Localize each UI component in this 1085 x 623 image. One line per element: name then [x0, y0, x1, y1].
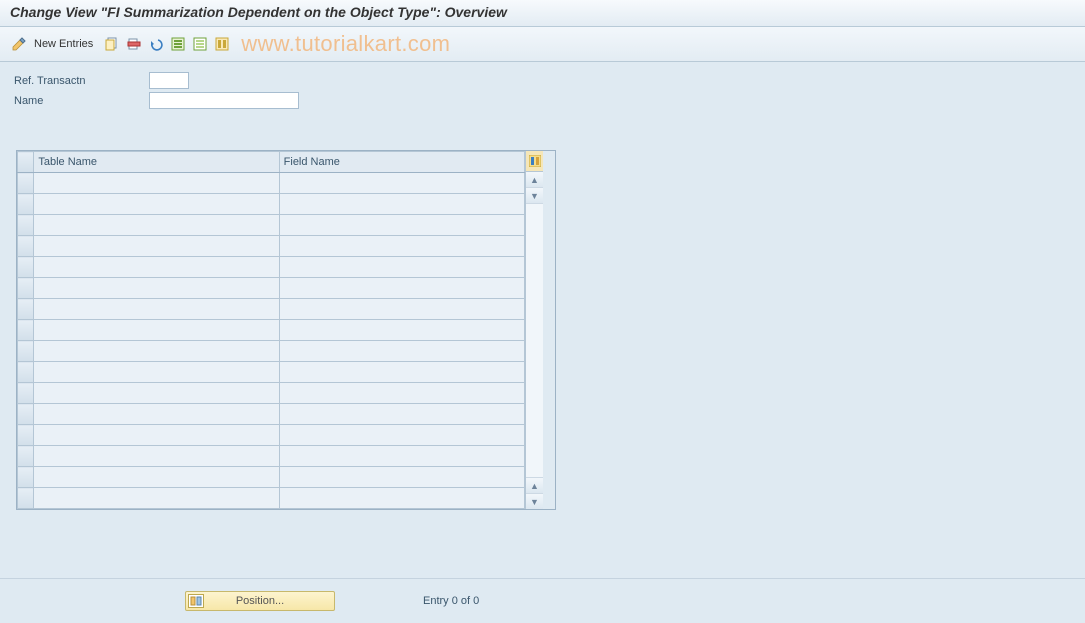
cell-table-name[interactable]	[34, 215, 279, 236]
cell-field-name[interactable]	[279, 299, 524, 320]
page-title: Change View "FI Summarization Dependent …	[10, 4, 1075, 20]
row-selector[interactable]	[18, 341, 34, 362]
cell-field-name[interactable]	[279, 320, 524, 341]
row-selector[interactable]	[18, 488, 34, 509]
table-row[interactable]	[18, 278, 525, 299]
cell-table-name[interactable]	[34, 173, 279, 194]
delete-icon[interactable]	[125, 35, 143, 53]
row-selector[interactable]	[18, 215, 34, 236]
scroll-up-bottom-icon[interactable]: ▲	[526, 477, 543, 493]
deselect-all-icon[interactable]	[191, 35, 209, 53]
cell-table-name[interactable]	[34, 488, 279, 509]
cell-table-name[interactable]	[34, 362, 279, 383]
toggle-change-icon[interactable]	[10, 35, 28, 53]
table-row[interactable]	[18, 194, 525, 215]
ref-transactn-input[interactable]	[149, 72, 189, 89]
name-input[interactable]	[149, 92, 299, 109]
table-row[interactable]	[18, 173, 525, 194]
row-selector[interactable]	[18, 299, 34, 320]
table-row[interactable]	[18, 320, 525, 341]
scroll-down-bottom-icon[interactable]: ▼	[526, 493, 543, 509]
cell-field-name[interactable]	[279, 488, 524, 509]
table-row[interactable]	[18, 488, 525, 509]
table-row[interactable]	[18, 425, 525, 446]
cell-table-name[interactable]	[34, 341, 279, 362]
cell-field-name[interactable]	[279, 341, 524, 362]
cell-table-name[interactable]	[34, 446, 279, 467]
column-header-table-name[interactable]: Table Name	[34, 152, 279, 173]
name-label: Name	[14, 95, 149, 107]
table-row[interactable]	[18, 236, 525, 257]
position-label: Position...	[236, 595, 284, 607]
scroll-up-icon[interactable]: ▲	[526, 172, 543, 188]
row-selector[interactable]	[18, 257, 34, 278]
cell-field-name[interactable]	[279, 257, 524, 278]
table-container: Table Name Field Name ▲ ▼ ▲ ▼	[16, 150, 556, 510]
cell-table-name[interactable]	[34, 194, 279, 215]
entry-counter: Entry 0 of 0	[423, 595, 479, 607]
footer-bar: Position... Entry 0 of 0	[0, 578, 1085, 611]
row-selector-header[interactable]	[18, 152, 34, 173]
select-all-icon[interactable]	[169, 35, 187, 53]
title-bar: Change View "FI Summarization Dependent …	[0, 0, 1085, 27]
toolbar: New Entries	[0, 27, 1085, 62]
row-selector[interactable]	[18, 446, 34, 467]
cell-table-name[interactable]	[34, 320, 279, 341]
table-settings-icon[interactable]	[526, 151, 543, 172]
cell-table-name[interactable]	[34, 425, 279, 446]
cell-table-name[interactable]	[34, 299, 279, 320]
cell-field-name[interactable]	[279, 425, 524, 446]
copy-as-icon[interactable]	[103, 35, 121, 53]
cell-field-name[interactable]	[279, 173, 524, 194]
row-selector[interactable]	[18, 404, 34, 425]
row-selector[interactable]	[18, 236, 34, 257]
scroll-down-icon[interactable]: ▼	[526, 188, 543, 204]
row-selector[interactable]	[18, 278, 34, 299]
data-table: Table Name Field Name	[17, 151, 525, 509]
row-selector[interactable]	[18, 194, 34, 215]
new-entries-button[interactable]: New Entries	[32, 38, 99, 50]
table-row[interactable]	[18, 362, 525, 383]
configure-icon[interactable]	[213, 35, 231, 53]
cell-field-name[interactable]	[279, 194, 524, 215]
cell-table-name[interactable]	[34, 278, 279, 299]
table-row[interactable]	[18, 467, 525, 488]
row-selector[interactable]	[18, 173, 34, 194]
header-form: Ref. Transactn Name	[0, 62, 1085, 118]
table-row[interactable]	[18, 215, 525, 236]
cell-table-name[interactable]	[34, 257, 279, 278]
cell-field-name[interactable]	[279, 215, 524, 236]
cell-table-name[interactable]	[34, 236, 279, 257]
table-row[interactable]	[18, 341, 525, 362]
table-row[interactable]	[18, 404, 525, 425]
position-icon	[188, 594, 204, 608]
cell-field-name[interactable]	[279, 362, 524, 383]
scroll-track[interactable]	[526, 204, 543, 477]
cell-field-name[interactable]	[279, 383, 524, 404]
cell-field-name[interactable]	[279, 278, 524, 299]
vertical-scrollbar: ▲ ▼ ▲ ▼	[525, 151, 543, 509]
row-selector[interactable]	[18, 383, 34, 404]
cell-field-name[interactable]	[279, 236, 524, 257]
table-row[interactable]	[18, 257, 525, 278]
row-selector[interactable]	[18, 362, 34, 383]
row-selector[interactable]	[18, 320, 34, 341]
cell-table-name[interactable]	[34, 404, 279, 425]
ref-transactn-label: Ref. Transactn	[14, 75, 149, 87]
cell-table-name[interactable]	[34, 467, 279, 488]
cell-field-name[interactable]	[279, 404, 524, 425]
cell-field-name[interactable]	[279, 446, 524, 467]
row-selector[interactable]	[18, 425, 34, 446]
table-row[interactable]	[18, 446, 525, 467]
cell-table-name[interactable]	[34, 383, 279, 404]
column-header-field-name[interactable]: Field Name	[279, 152, 524, 173]
table-row[interactable]	[18, 383, 525, 404]
undo-icon[interactable]	[147, 35, 165, 53]
row-selector[interactable]	[18, 467, 34, 488]
table-row[interactable]	[18, 299, 525, 320]
watermark-text: www.tutorialkart.com	[241, 31, 450, 57]
cell-field-name[interactable]	[279, 467, 524, 488]
position-button[interactable]: Position...	[185, 591, 335, 611]
